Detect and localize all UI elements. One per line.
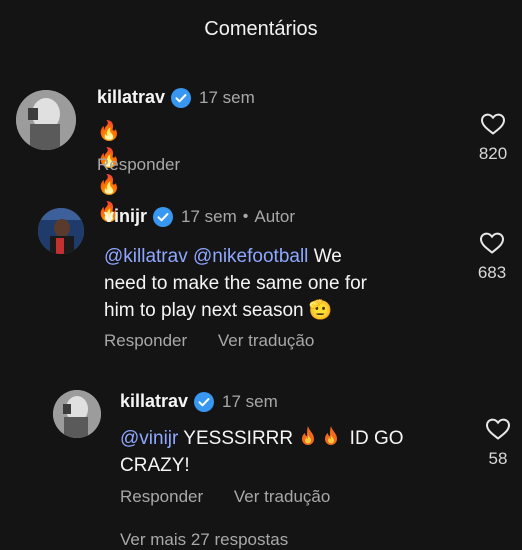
like-group: 683: [466, 231, 518, 283]
username[interactable]: vinijr: [104, 206, 147, 227]
reply-button[interactable]: Responder: [120, 487, 203, 506]
heart-icon[interactable]: [480, 112, 506, 136]
comment-actions: Responder Ver tradução: [104, 331, 314, 351]
comment-meta: killatrav 17 sem: [97, 87, 255, 108]
verified-badge-icon: [171, 87, 192, 108]
avatar[interactable]: [53, 390, 101, 438]
comment-text-segment: YESSSIRRR: [183, 428, 294, 449]
comment-text: @killatrav @nikefootball We need to make…: [104, 243, 454, 324]
timestamp: 17 sem: [222, 391, 278, 411]
timestamp: 17 sem: [199, 87, 255, 107]
translate-button[interactable]: Ver tradução: [234, 487, 330, 506]
reply-button[interactable]: Responder: [104, 331, 187, 350]
like-count: 820: [478, 144, 508, 163]
like-group: 820: [467, 112, 519, 164]
salute-emoji: 🫡: [308, 299, 333, 321]
username[interactable]: killatrav: [120, 391, 188, 412]
comment-meta: vinijr 17 sem • Autor: [104, 206, 295, 227]
like-count: 683: [477, 263, 507, 282]
like-count: 58: [488, 449, 508, 468]
page-title: Comentários: [204, 18, 318, 40]
fire-emoji-icon: [302, 426, 315, 445]
verified-badge-icon: [194, 391, 215, 412]
verified-badge-icon: [153, 206, 174, 227]
author-label: Autor: [254, 206, 296, 226]
translate-button[interactable]: Ver tradução: [218, 331, 314, 350]
comment-text-line: him to play next season: [104, 300, 304, 321]
view-more-replies-button[interactable]: Ver mais 27 respostas: [120, 530, 288, 550]
like-group: 58: [472, 417, 522, 469]
comment-meta: killatrav 17 sem: [120, 391, 278, 412]
mention-link[interactable]: @vinijr: [120, 428, 178, 449]
heart-icon[interactable]: [485, 417, 511, 441]
username[interactable]: killatrav: [97, 87, 165, 108]
separator-dot: •: [242, 207, 249, 225]
mention-link[interactable]: @killatrav: [104, 246, 188, 267]
avatar[interactable]: [16, 90, 76, 150]
avatar[interactable]: [38, 208, 84, 254]
comment-text: @vinijr YESSSIRRR ID GO CRAZY!: [120, 425, 460, 479]
comment-text-segment: We: [313, 246, 342, 267]
comment-actions: Responder: [97, 155, 180, 175]
timestamp: 17 sem: [181, 206, 237, 226]
fire-emoji-icon: [325, 426, 338, 445]
comment-text-segment: ID GO: [349, 428, 404, 449]
comment-text-line: need to make the same one for: [104, 273, 367, 294]
heart-icon[interactable]: [479, 231, 505, 255]
comment-actions: Responder Ver tradução: [120, 487, 330, 507]
comment-text-line: CRAZY!: [120, 455, 190, 476]
mention-link[interactable]: @nikefootball: [193, 246, 308, 267]
reply-button[interactable]: Responder: [97, 155, 180, 174]
